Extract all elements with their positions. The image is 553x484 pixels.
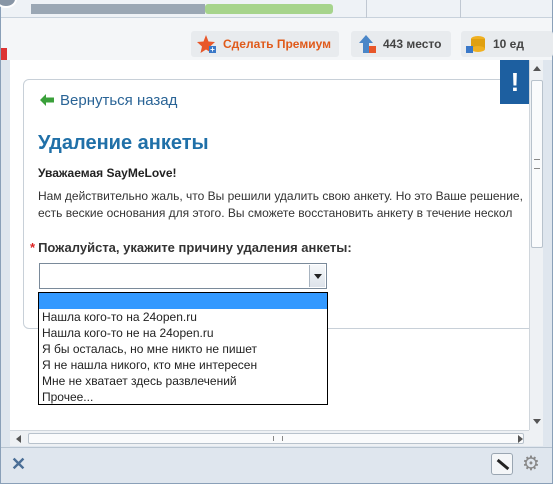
coins-button[interactable]: 10 ед [461, 31, 553, 57]
progress-bar [205, 4, 333, 14]
rank-label: 443 место [383, 37, 442, 51]
alert-badge[interactable]: ! [500, 60, 529, 104]
scroll-left-icon[interactable] [16, 435, 21, 443]
red-marker [1, 48, 7, 60]
dropdown-option[interactable]: Я не нашла никого, кто мне интересен [39, 357, 327, 373]
close-icon[interactable]: ✕ [11, 454, 26, 475]
reason-label: * Пожалуйста, укажите причину удаления ан… [30, 240, 352, 255]
page-title: Удаление анкеты [38, 132, 209, 154]
dropdown-option[interactable]: Нашла кого-то не на 24open.ru [39, 325, 327, 341]
horizontal-scrollbar[interactable] [10, 430, 529, 446]
rank-button[interactable]: 443 место [351, 31, 451, 57]
coins-icon [465, 33, 487, 55]
dropdown-option[interactable]: Мне не хватает здесь развлечений [39, 373, 327, 389]
info-line-1: Нам действительно жаль, что Вы решили уд… [38, 189, 523, 203]
compatibility-view-icon[interactable] [491, 453, 513, 475]
browser-orb-icon[interactable] [0, 0, 17, 8]
vertical-scrollbar[interactable] [529, 60, 543, 430]
reason-text: Пожалуйста, укажите причину удаления анк… [38, 240, 352, 255]
dropdown-option[interactable]: Я бы осталась, но мне никто не пишет [39, 341, 327, 357]
reason-select[interactable] [39, 263, 327, 289]
required-mark: * [30, 240, 36, 255]
back-link[interactable]: Вернуться назад [40, 92, 177, 109]
scroll-down-icon[interactable] [533, 419, 541, 424]
dropdown-option[interactable]: Нашла кого-то на 24open.ru [39, 309, 327, 325]
site-info-bar: + Сделать Премиум 443 место 10 ед [1, 18, 553, 60]
scroll-right-icon[interactable] [518, 435, 523, 443]
chevron-down-icon[interactable] [309, 265, 325, 287]
info-line-2: есть веские основания для этого. Вы смож… [38, 206, 513, 220]
back-link-label: Вернуться назад [60, 92, 178, 109]
reason-dropdown-list: Нашла кого-то на 24open.ru Нашла кого-то… [38, 292, 328, 405]
premium-label: Сделать Премиум [223, 37, 331, 51]
divider [366, 0, 367, 18]
progress-track [31, 4, 205, 14]
rank-up-icon [355, 33, 377, 55]
dropdown-option[interactable]: Прочее... [39, 389, 327, 405]
vertical-scroll-thumb[interactable] [531, 80, 543, 248]
gear-icon[interactable]: ⚙ [519, 452, 543, 476]
horizontal-scroll-thumb[interactable] [28, 433, 524, 444]
greeting: Уважаемая SayMeLove! [38, 166, 177, 180]
svg-text:+: + [210, 45, 215, 54]
premium-star-icon: + [195, 33, 217, 55]
premium-button[interactable]: + Сделать Премиум [191, 31, 339, 57]
tab-strip [0, 0, 552, 18]
dropdown-option[interactable] [39, 293, 327, 309]
status-bar: ✕ ⚙ [1, 447, 552, 483]
scroll-up-icon[interactable] [533, 66, 541, 71]
back-arrow-icon [40, 93, 54, 109]
coins-label: 10 ед [493, 37, 524, 51]
page-viewport: ! Вернуться назад Удаление анкеты Уважае… [10, 60, 529, 430]
scrollbar-corner [529, 430, 543, 446]
divider [460, 0, 461, 18]
info-paragraph: Нам действительно жаль, что Вы решили уд… [38, 188, 523, 222]
